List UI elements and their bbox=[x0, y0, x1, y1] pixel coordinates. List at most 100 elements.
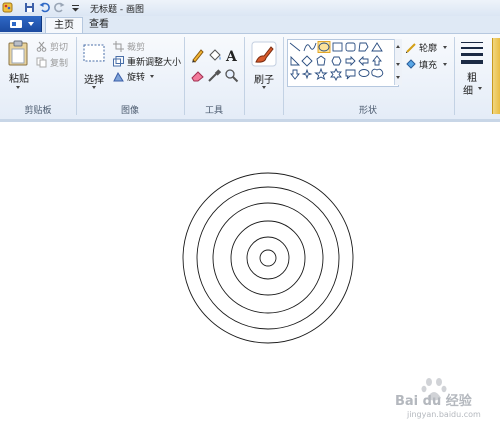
circle-ring-2 bbox=[196, 186, 340, 330]
shapes-group-label: 形状 bbox=[358, 106, 377, 116]
circle-ring-6 bbox=[259, 249, 277, 267]
color-section-edge bbox=[492, 38, 500, 114]
copy-button[interactable]: 复制 bbox=[36, 56, 74, 69]
paste-label: 粘贴 bbox=[9, 74, 29, 85]
scroll-up-icon bbox=[396, 45, 400, 48]
outline-button[interactable]: 轮廓 bbox=[406, 41, 450, 54]
resize-icon bbox=[113, 56, 124, 67]
brush-button[interactable]: 刷子 bbox=[249, 38, 279, 94]
watermark-url: jingyan.baidu.com bbox=[407, 410, 481, 419]
left-arrow-icon[interactable] bbox=[358, 55, 369, 67]
undo-icon[interactable] bbox=[39, 2, 50, 13]
five-point-star-icon[interactable] bbox=[314, 67, 328, 80]
shapes-scroll[interactable] bbox=[394, 39, 402, 85]
chevron-down-icon bbox=[443, 46, 447, 49]
rectangular-callout-icon[interactable] bbox=[345, 69, 356, 80]
group-separator bbox=[76, 37, 77, 115]
right-triangle-icon[interactable] bbox=[290, 55, 301, 66]
tab-home[interactable]: 主页 bbox=[45, 17, 83, 34]
eraser-icon bbox=[191, 71, 204, 82]
oval-callout-icon[interactable] bbox=[358, 69, 370, 77]
chevron-down-icon bbox=[28, 22, 34, 26]
pentagon-icon[interactable] bbox=[316, 55, 326, 66]
watermark: Bai du 经验 jingyan.baidu.com bbox=[395, 374, 495, 424]
copy-label: 复制 bbox=[50, 59, 69, 69]
right-arrow-icon[interactable] bbox=[345, 55, 356, 67]
scroll-down-icon bbox=[396, 63, 400, 66]
copy-icon bbox=[36, 57, 47, 68]
rounded-rectangle-icon[interactable] bbox=[345, 42, 356, 52]
redo-icon[interactable] bbox=[54, 2, 65, 13]
resize-button[interactable]: 重新调整大小 bbox=[113, 55, 183, 68]
clipboard-icon bbox=[8, 40, 28, 66]
eraser-tool[interactable] bbox=[190, 68, 205, 83]
ribbon-tab-row: 主页 查看 bbox=[0, 16, 500, 34]
chevron-down-icon bbox=[150, 75, 154, 78]
crop-icon bbox=[113, 41, 124, 52]
expand-gallery-icon bbox=[396, 76, 400, 79]
pencil-icon bbox=[192, 49, 204, 63]
concentric-circles bbox=[182, 172, 354, 344]
watermark-text: Bai du 经验 bbox=[395, 394, 472, 409]
customize-toolbar-icon[interactable] bbox=[70, 2, 81, 13]
resize-label: 重新调整大小 bbox=[127, 58, 182, 68]
polygon-icon[interactable] bbox=[358, 42, 369, 52]
circle-ring-1 bbox=[182, 172, 354, 344]
selection-rectangle-icon bbox=[83, 44, 105, 62]
chevron-down-icon bbox=[16, 86, 20, 89]
select-label: 选择 bbox=[84, 75, 104, 86]
cut-label: 剪切 bbox=[50, 43, 69, 53]
curve-icon[interactable] bbox=[303, 42, 317, 52]
title-bar: 无标题 - 画图 bbox=[0, 0, 500, 16]
save-icon[interactable] bbox=[24, 2, 35, 13]
paint-app-icon[interactable] bbox=[2, 2, 13, 13]
file-menu-button[interactable] bbox=[0, 16, 42, 32]
cut-button[interactable]: 剪切 bbox=[36, 40, 74, 53]
crop-button[interactable]: 裁剪 bbox=[113, 40, 153, 53]
select-button[interactable]: 选择 bbox=[80, 38, 108, 94]
brush-label: 刷子 bbox=[254, 75, 274, 86]
canvas-area[interactable]: Bai du 经验 jingyan.baidu.com bbox=[0, 119, 500, 428]
cloud-callout-icon[interactable] bbox=[371, 68, 384, 78]
fill-tool[interactable] bbox=[207, 48, 222, 63]
brush-icon bbox=[251, 41, 277, 67]
group-separator bbox=[283, 37, 284, 115]
pencil-tool[interactable] bbox=[190, 48, 205, 63]
magnifier-icon bbox=[225, 69, 239, 83]
down-arrow-icon[interactable] bbox=[290, 69, 300, 80]
chevron-down-icon bbox=[262, 86, 266, 89]
file-menu-icon bbox=[10, 20, 22, 28]
magnifier-tool[interactable] bbox=[224, 68, 239, 83]
circle-ring-4 bbox=[230, 220, 306, 296]
group-separator bbox=[454, 37, 455, 115]
fill-button[interactable]: 填充 bbox=[406, 58, 450, 71]
line-icon[interactable] bbox=[289, 42, 301, 52]
size-label-line2: 细 bbox=[463, 86, 473, 97]
six-point-star-icon[interactable] bbox=[330, 67, 342, 82]
outline-icon bbox=[406, 43, 416, 53]
rectangle-icon[interactable] bbox=[332, 42, 343, 52]
group-separator bbox=[244, 37, 245, 115]
window-title: 无标题 - 画图 bbox=[90, 5, 144, 15]
paste-button[interactable]: 粘贴 bbox=[4, 38, 32, 94]
size-button[interactable]: 粗 细 bbox=[458, 38, 488, 98]
text-tool[interactable]: A bbox=[224, 48, 239, 65]
line-size-icon bbox=[461, 42, 483, 64]
hexagon-icon[interactable] bbox=[331, 56, 342, 66]
four-point-star-icon[interactable] bbox=[301, 68, 313, 80]
clipboard-group-label: 剪贴板 bbox=[24, 106, 52, 116]
svg-text:A: A bbox=[225, 49, 238, 63]
up-arrow-icon[interactable] bbox=[372, 55, 382, 66]
rotate-label: 旋转 bbox=[127, 73, 146, 83]
group-separator bbox=[184, 37, 185, 115]
diamond-icon[interactable] bbox=[301, 55, 313, 67]
shapes-gallery bbox=[287, 39, 399, 87]
color-picker-tool[interactable] bbox=[207, 68, 222, 83]
rotate-button[interactable]: 旋转 bbox=[113, 70, 157, 83]
scissors-icon bbox=[36, 41, 47, 52]
chevron-down-icon bbox=[478, 87, 482, 90]
tab-view[interactable]: 查看 bbox=[86, 17, 112, 33]
triangle-icon[interactable] bbox=[371, 42, 383, 52]
outline-label: 轮廓 bbox=[419, 44, 438, 54]
fill-bucket-icon bbox=[406, 59, 416, 69]
